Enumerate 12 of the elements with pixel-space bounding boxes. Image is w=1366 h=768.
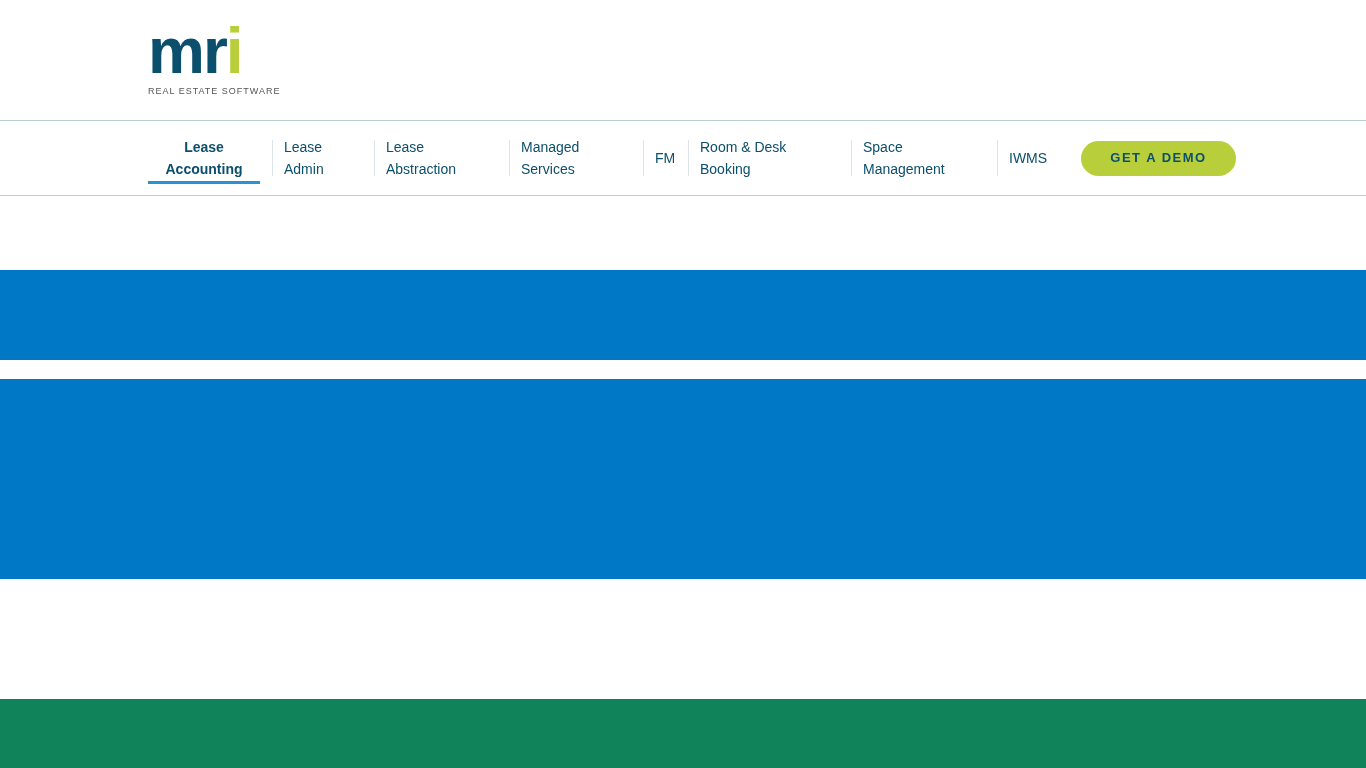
nav-tab[interactable]: FM [644,147,676,169]
nav-tab[interactable]: Managed Services [510,136,631,180]
logo[interactable]: mri REAL ESTATE SOFTWARE [148,21,281,99]
logo-tagline: REAL ESTATE SOFTWARE [148,85,281,99]
logo-mark: mri [148,21,243,82]
demo-button[interactable]: GET A DEMO [1081,140,1236,176]
nav-tab[interactable]: Space Management [852,136,985,180]
nav-tab[interactable]: Lease Admin [273,136,362,180]
nav-tab[interactable]: IWMS [998,147,1059,169]
nav-tab[interactable]: Lease Abstraction [375,136,497,180]
nav-tab[interactable]: Room & Desk Booking [689,136,839,180]
nav-tab[interactable]: Lease Accounting [148,136,260,184]
